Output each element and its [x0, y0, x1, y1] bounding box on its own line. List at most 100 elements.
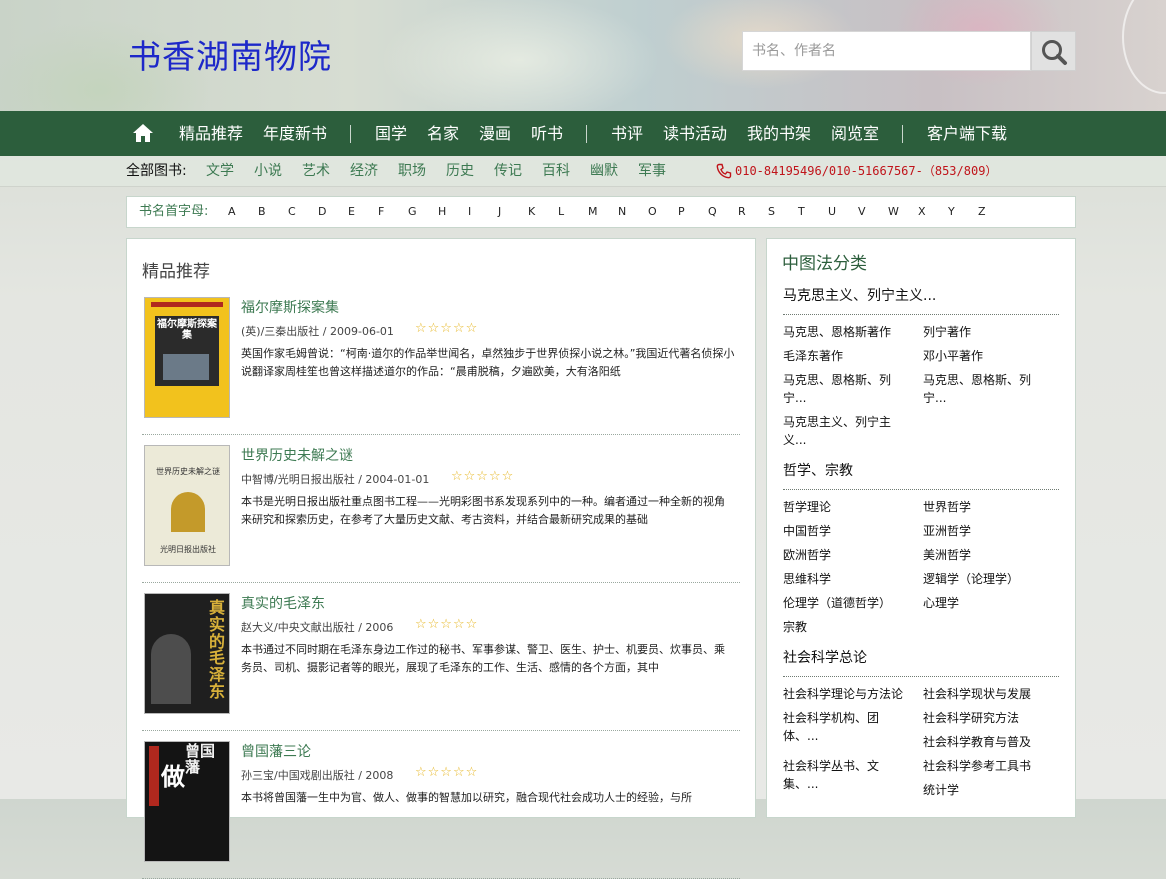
letter-h[interactable]: H: [438, 197, 446, 227]
letter-y[interactable]: Y: [948, 197, 955, 227]
search-button[interactable]: [1031, 31, 1076, 71]
nav-item-new-books[interactable]: 年度新书: [263, 111, 327, 156]
book-meta: 孙三宝/中国戏剧出版社 / 2008: [241, 769, 394, 782]
nav-item-reading-events[interactable]: 读书活动: [663, 111, 727, 156]
book-title[interactable]: 福尔摩斯探案集: [241, 297, 339, 317]
category-encyclopedia[interactable]: 百科: [542, 156, 570, 186]
search-icon: [1042, 40, 1067, 65]
class-link[interactable]: 宗教: [783, 618, 895, 636]
sidebar-title: 中图法分类: [782, 254, 867, 274]
category-art[interactable]: 艺术: [302, 156, 330, 186]
class-link[interactable]: 逻辑学（论理学）: [923, 570, 1053, 588]
category-novel[interactable]: 小说: [254, 156, 282, 186]
section-title: 精品推荐: [142, 262, 210, 282]
category-career[interactable]: 职场: [398, 156, 426, 186]
category-biography[interactable]: 传记: [494, 156, 522, 186]
book-cover[interactable]: 真实的毛泽东: [144, 593, 230, 714]
nav-item-reviews[interactable]: 书评: [611, 111, 643, 156]
class-link[interactable]: 中国哲学: [783, 522, 895, 540]
book-meta: (英)/三秦出版社 / 2009-06-01: [241, 325, 394, 338]
class-link[interactable]: 列宁著作: [923, 323, 1035, 341]
class-link[interactable]: 社会科学丛书、文集、...: [783, 757, 895, 793]
nav-divider: [902, 125, 903, 143]
search-input[interactable]: [742, 31, 1031, 71]
book-description: 本书通过不同时期在毛泽东身边工作过的秘书、军事参谋、警卫、医生、护士、机要员、炊…: [241, 643, 725, 674]
class-link[interactable]: 伦理学（道德哲学）: [783, 594, 913, 612]
category-military[interactable]: 军事: [638, 156, 666, 186]
letter-l[interactable]: L: [558, 197, 564, 227]
rating-stars: ☆☆☆☆☆: [415, 617, 479, 632]
letter-k[interactable]: K: [528, 197, 535, 227]
class-link[interactable]: 社会科学教育与普及: [923, 733, 1053, 751]
letter-u[interactable]: U: [828, 197, 836, 227]
letter-g[interactable]: G: [408, 197, 417, 227]
letter-m[interactable]: M: [588, 197, 598, 227]
letter-t[interactable]: T: [798, 197, 805, 227]
letter-q[interactable]: Q: [708, 197, 717, 227]
class-link[interactable]: 社会科学研究方法: [923, 709, 1053, 727]
letter-v[interactable]: V: [858, 197, 866, 227]
nav-divider: [350, 125, 351, 143]
nav-item-famous-authors[interactable]: 名家: [427, 111, 459, 156]
book-cover-publisher: 光明日报出版社: [160, 545, 216, 554]
letter-z[interactable]: Z: [978, 197, 986, 227]
book-item: 世界历史未解之谜 光明日报出版社 世界历史未解之谜 中智博/光明日报出版社 / …: [142, 435, 740, 583]
letter-e[interactable]: E: [348, 197, 355, 227]
letter-x[interactable]: X: [918, 197, 926, 227]
letter-j[interactable]: J: [498, 197, 501, 227]
nav-item-comics[interactable]: 漫画: [479, 111, 511, 156]
letter-o[interactable]: O: [648, 197, 657, 227]
category-literature[interactable]: 文学: [206, 156, 234, 186]
letter-n[interactable]: N: [618, 197, 626, 227]
class-group-social-sciences[interactable]: 社会科学总论: [783, 647, 867, 667]
category-humor[interactable]: 幽默: [590, 156, 618, 186]
letter-r[interactable]: R: [738, 197, 746, 227]
class-link[interactable]: 社会科学现状与发展: [923, 685, 1058, 703]
nav-item-audiobooks[interactable]: 听书: [531, 111, 563, 156]
letter-b[interactable]: B: [258, 197, 266, 227]
class-link[interactable]: 马克思、恩格斯、列宁...: [923, 371, 1035, 407]
class-link[interactable]: 哲学理论: [783, 498, 895, 516]
class-link[interactable]: 马克思、恩格斯、列宁...: [783, 371, 895, 407]
home-icon[interactable]: [132, 122, 154, 144]
class-link[interactable]: 世界哲学: [923, 498, 1035, 516]
book-cover[interactable]: 世界历史未解之谜 光明日报出版社: [144, 445, 230, 566]
class-link[interactable]: 心理学: [923, 594, 1035, 612]
book-title[interactable]: 曾国藩三论: [241, 741, 311, 761]
class-link[interactable]: 统计学: [923, 781, 1035, 799]
book-title[interactable]: 世界历史未解之谜: [241, 445, 353, 465]
book-title[interactable]: 真实的毛泽东: [241, 593, 325, 613]
letter-f[interactable]: F: [378, 197, 384, 227]
category-economy[interactable]: 经济: [350, 156, 378, 186]
site-title[interactable]: 书香湖南物院: [128, 30, 332, 78]
letter-w[interactable]: W: [888, 197, 899, 227]
class-link[interactable]: 美洲哲学: [923, 546, 1035, 564]
book-cover[interactable]: 福尔摩斯探案集: [144, 297, 230, 418]
nav-item-featured[interactable]: 精品推荐: [179, 111, 243, 156]
nav-item-reading-room[interactable]: 阅览室: [831, 111, 879, 156]
category-history[interactable]: 历史: [446, 156, 474, 186]
class-group-marxism[interactable]: 马克思主义、列宁主义...: [783, 285, 936, 305]
class-link[interactable]: 马克思主义、列宁主义...: [783, 413, 895, 449]
letter-a[interactable]: A: [228, 197, 236, 227]
letter-c[interactable]: C: [288, 197, 296, 227]
letter-i[interactable]: I: [468, 197, 471, 227]
class-link[interactable]: 思维科学: [783, 570, 895, 588]
class-link[interactable]: 社会科学机构、团体、...: [783, 709, 895, 745]
class-group-philosophy[interactable]: 哲学、宗教: [783, 460, 853, 480]
class-link[interactable]: 马克思、恩格斯著作: [783, 323, 895, 341]
letter-s[interactable]: S: [768, 197, 775, 227]
class-link[interactable]: 欧洲哲学: [783, 546, 895, 564]
nav-item-my-shelf[interactable]: 我的书架: [747, 111, 811, 156]
book-description: 本书将曾国藩一生中为官、做人、做事的智慧加以研究，融合现代社会成功人士的经验，与…: [241, 791, 692, 804]
class-link[interactable]: 邓小平著作: [923, 347, 1035, 365]
nav-item-guoxue[interactable]: 国学: [375, 111, 407, 156]
class-link[interactable]: 亚洲哲学: [923, 522, 1035, 540]
letter-d[interactable]: D: [318, 197, 326, 227]
class-link[interactable]: 社会科学理论与方法论: [783, 685, 918, 703]
letter-p[interactable]: P: [678, 197, 685, 227]
class-link[interactable]: 社会科学参考工具书: [923, 757, 1053, 775]
nav-item-client-download[interactable]: 客户端下载: [927, 111, 1007, 156]
class-link[interactable]: 毛泽东著作: [783, 347, 895, 365]
book-cover[interactable]: 曾国藩 做: [144, 741, 230, 862]
